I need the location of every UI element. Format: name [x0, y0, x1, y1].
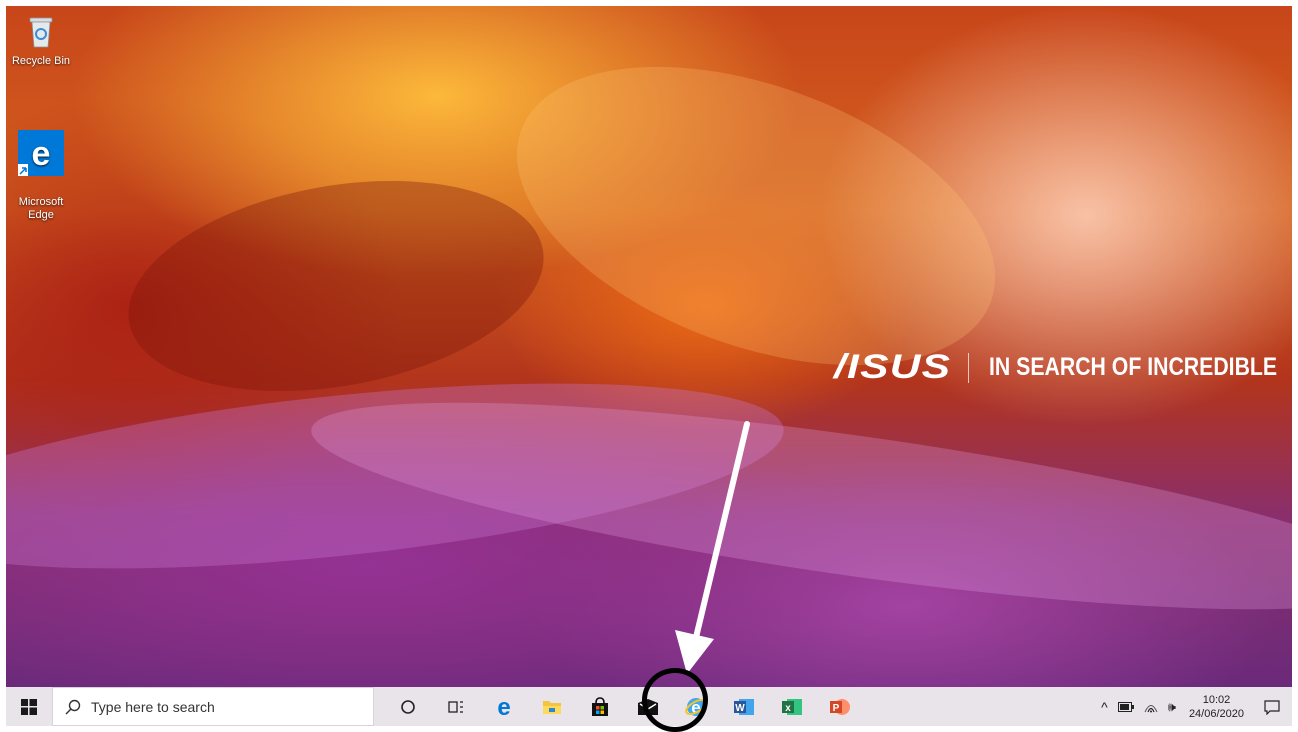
- windows-logo-icon: [21, 698, 37, 715]
- store-bag-icon: [592, 696, 608, 716]
- svg-text:x: x: [785, 703, 791, 714]
- desktop-icon-microsoft-edge[interactable]: e Microsoft Edge: [6, 104, 76, 222]
- excel-icon: x: [782, 698, 802, 715]
- task-view-button[interactable]: [432, 687, 480, 726]
- word-icon: W: [734, 698, 754, 715]
- task-view-icon: [448, 700, 463, 713]
- start-button[interactable]: [6, 687, 52, 726]
- brand-tagline: IN SEARCH OF INCREDIBLE: [989, 353, 1278, 381]
- svg-text:e: e: [32, 135, 51, 173]
- clock[interactable]: 10:02 24/06/2020: [1181, 693, 1252, 721]
- folder-icon: [543, 700, 561, 714]
- search-box[interactable]: Type here to search: [52, 687, 374, 726]
- edge-icon: e: [6, 117, 76, 180]
- internet-explorer-icon: e: [685, 697, 707, 717]
- taskbar-edge-button[interactable]: e: [480, 687, 528, 726]
- notification-icon: [1264, 699, 1280, 715]
- clock-time: 10:02: [1202, 693, 1231, 706]
- mail-button[interactable]: [624, 687, 672, 726]
- desktop-icon-label: Microsoft Edge: [18, 196, 64, 221]
- internet-explorer-button[interactable]: e: [672, 687, 720, 726]
- svg-text:e: e: [497, 696, 510, 718]
- file-explorer-button[interactable]: [528, 687, 576, 726]
- volume-icon[interactable]: 🕪: [1163, 687, 1181, 726]
- excel-button[interactable]: x: [768, 687, 816, 726]
- desktop-wallpaper: Recycle Bin e Microsoft Edge /ISUS IN SE…: [6, 6, 1292, 687]
- search-icon: [65, 699, 81, 714]
- show-hidden-icons-button[interactable]: ^: [1096, 687, 1113, 726]
- desktop-icon-recycle-bin[interactable]: Recycle Bin: [6, 14, 76, 68]
- microsoft-store-button[interactable]: [576, 687, 624, 726]
- clock-date: 24/06/2020: [1188, 707, 1244, 720]
- word-button[interactable]: W: [720, 687, 768, 726]
- cortana-button[interactable]: [384, 687, 432, 726]
- svg-text:P: P: [833, 703, 840, 714]
- system-tray: ^ 🕪 10:02 24/06/2020: [1096, 687, 1292, 726]
- desktop-icon-label: Recycle Bin: [11, 55, 71, 67]
- action-center-button[interactable]: [1252, 699, 1292, 715]
- svg-text:W: W: [735, 703, 745, 714]
- search-placeholder: Type here to search: [91, 698, 215, 715]
- recycle-bin-icon: [6, 14, 76, 52]
- asus-logo: /ISUS: [834, 348, 952, 386]
- wifi-icon[interactable]: [1139, 687, 1163, 726]
- edge-icon: e: [497, 696, 510, 718]
- battery-icon[interactable]: [1113, 687, 1139, 726]
- powerpoint-icon: P: [830, 698, 850, 715]
- mail-icon: [638, 698, 658, 715]
- cortana-circle-icon: [401, 699, 415, 714]
- asus-brand-watermark: /ISUS IN SEARCH OF INCREDIBLE: [834, 348, 1292, 387]
- powerpoint-button[interactable]: P: [816, 687, 864, 726]
- taskbar: Type here to search e e W x P ^ 🕪 10:02 …: [6, 687, 1292, 726]
